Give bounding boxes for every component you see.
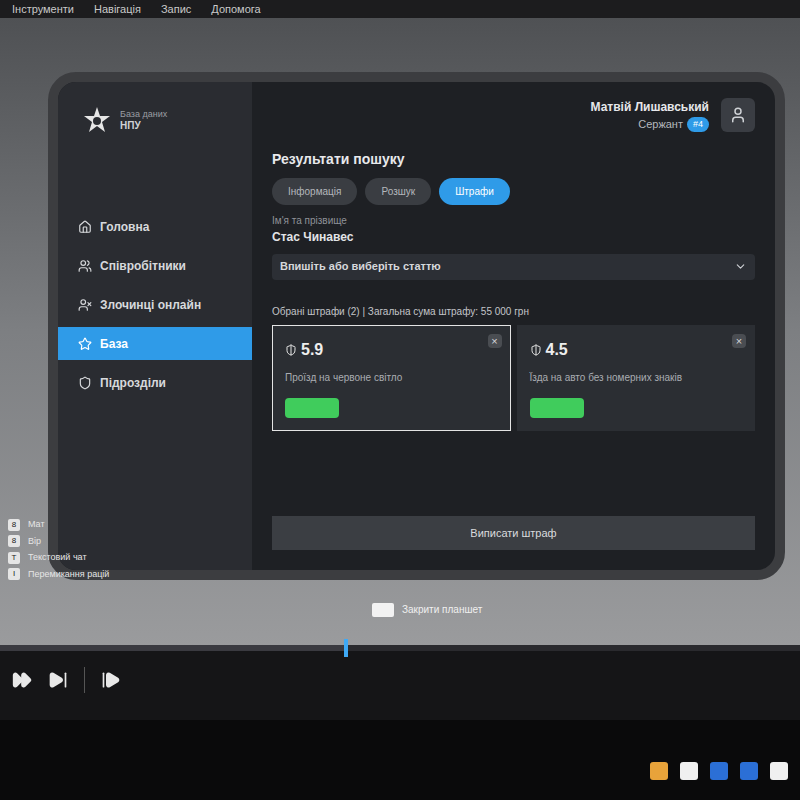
avatar-icon bbox=[729, 106, 747, 124]
fine-amount-button[interactable] bbox=[285, 398, 339, 418]
result-tab[interactable]: Розшук bbox=[365, 178, 431, 205]
taskbar-app-icon[interactable] bbox=[650, 762, 668, 780]
key-hint: TТекстовий чат bbox=[8, 551, 109, 565]
progress-marker[interactable] bbox=[344, 639, 348, 657]
result-tab[interactable]: Штрафи bbox=[439, 178, 510, 205]
fine-title: Їзда на авто без номерних знаків bbox=[530, 370, 743, 385]
app-logo: База данихНПУ bbox=[58, 106, 252, 136]
sidebar-item-icon bbox=[78, 337, 92, 351]
fines-list: × 5.9 Проїзд на червоне світло × 4.5 Їзда на … bbox=[272, 325, 755, 431]
fine-amount-button[interactable] bbox=[530, 398, 584, 418]
sidebar-item-icon bbox=[78, 298, 92, 312]
app-title: База даних bbox=[120, 109, 167, 120]
key-hints: 8Мат 8Вір TТекстовий чат IПеремикання рацій bbox=[8, 518, 109, 581]
sidebar-item[interactable]: База bbox=[58, 327, 252, 360]
fine-card[interactable]: × 5.9 Проїзд на червоне світло bbox=[272, 325, 511, 431]
submit-fine-button[interactable]: Виписати штраф bbox=[272, 516, 755, 550]
taskbar-app-icon[interactable] bbox=[680, 762, 698, 780]
result-tabs: Інформація Розшук Штрафи bbox=[272, 178, 755, 205]
key-hint: IПеремикання рацій bbox=[8, 568, 109, 582]
fine-card[interactable]: × 4.5 Їзда на авто без номерних знаків bbox=[517, 325, 756, 431]
fine-code: 5.9 bbox=[301, 338, 323, 362]
progress-track[interactable] bbox=[0, 645, 800, 651]
tablet: База данихНПУ Головна Співробітники Злочинц… bbox=[48, 72, 785, 580]
shield-icon bbox=[285, 344, 297, 356]
remove-fine-button[interactable]: × bbox=[488, 334, 502, 348]
taskbar-app-icon[interactable] bbox=[710, 762, 728, 780]
fines-summary: Обрані штрафи (2) | Загальна сума штрафу… bbox=[272, 304, 755, 319]
results-title: Результати пошуку bbox=[272, 149, 755, 170]
menu-item[interactable]: Інструменти bbox=[12, 4, 74, 15]
result-tab[interactable]: Інформація bbox=[272, 178, 357, 205]
sidebar-item-icon bbox=[78, 220, 92, 234]
sidebar-item[interactable]: Головна bbox=[58, 210, 252, 243]
fine-code: 4.5 bbox=[546, 338, 568, 362]
game-scene: База данихНПУ Головна Співробітники Злочинц… bbox=[0, 18, 800, 645]
main-panel: Матвій ЛишавськийСержант#4 Результати пош… bbox=[252, 82, 775, 570]
fine-title: Проїзд на червоне світло bbox=[285, 370, 498, 385]
rank-badge: #4 bbox=[687, 117, 709, 133]
police-star-icon bbox=[82, 106, 112, 136]
chevron-down-icon bbox=[734, 260, 747, 273]
skip-forward-icon[interactable] bbox=[48, 670, 68, 690]
fast-forward-icon[interactable] bbox=[12, 670, 32, 690]
remove-fine-button[interactable]: × bbox=[732, 334, 746, 348]
shield-icon bbox=[530, 344, 542, 356]
key-hint: 8Вір bbox=[8, 535, 109, 549]
sidebar-item-icon bbox=[78, 259, 92, 273]
key-box bbox=[372, 603, 394, 617]
step-forward-icon[interactable] bbox=[101, 670, 121, 690]
sidebar: База данихНПУ Головна Співробітники Злочинц… bbox=[58, 82, 252, 570]
screen: Інструменти Навігація Запис Допомога База да… bbox=[0, 0, 800, 800]
user-rank: Сержант bbox=[638, 116, 683, 133]
menu-item[interactable]: Навігація bbox=[94, 4, 141, 15]
close-tablet-hint[interactable]: Закрити планшет bbox=[372, 602, 482, 617]
player-bar bbox=[0, 645, 800, 720]
taskbar-app-icon[interactable] bbox=[770, 762, 788, 780]
menu-bar: Інструменти Навігація Запис Допомога bbox=[0, 0, 800, 18]
sidebar-item[interactable]: Підрозділи bbox=[58, 366, 252, 399]
sidebar-item[interactable]: Злочинці онлайн bbox=[58, 288, 252, 321]
app-subtitle: НПУ bbox=[120, 120, 167, 133]
menu-item[interactable]: Запис bbox=[161, 4, 191, 15]
article-select[interactable]: Впишіть або виберіть статтю bbox=[272, 254, 755, 280]
player-controls bbox=[0, 667, 800, 693]
sidebar-item[interactable]: Співробітники bbox=[58, 249, 252, 282]
person-name: Стас Чинавес bbox=[272, 228, 755, 246]
taskbar-app-icon[interactable] bbox=[740, 762, 758, 780]
menu-item[interactable]: Допомога bbox=[211, 4, 260, 15]
name-label: Ім'я та прізвище bbox=[272, 213, 755, 228]
user-header: Матвій ЛишавськийСержант#4 bbox=[272, 98, 755, 133]
progress-fill bbox=[0, 645, 344, 651]
sidebar-menu: Головна Співробітники Злочинці онлайн База П… bbox=[58, 210, 252, 399]
taskbar bbox=[0, 720, 800, 800]
user-avatar[interactable] bbox=[721, 98, 755, 132]
sidebar-item-icon bbox=[78, 376, 92, 390]
user-name: Матвій Лишавський bbox=[591, 98, 709, 116]
key-hint: 8Мат bbox=[8, 518, 109, 532]
